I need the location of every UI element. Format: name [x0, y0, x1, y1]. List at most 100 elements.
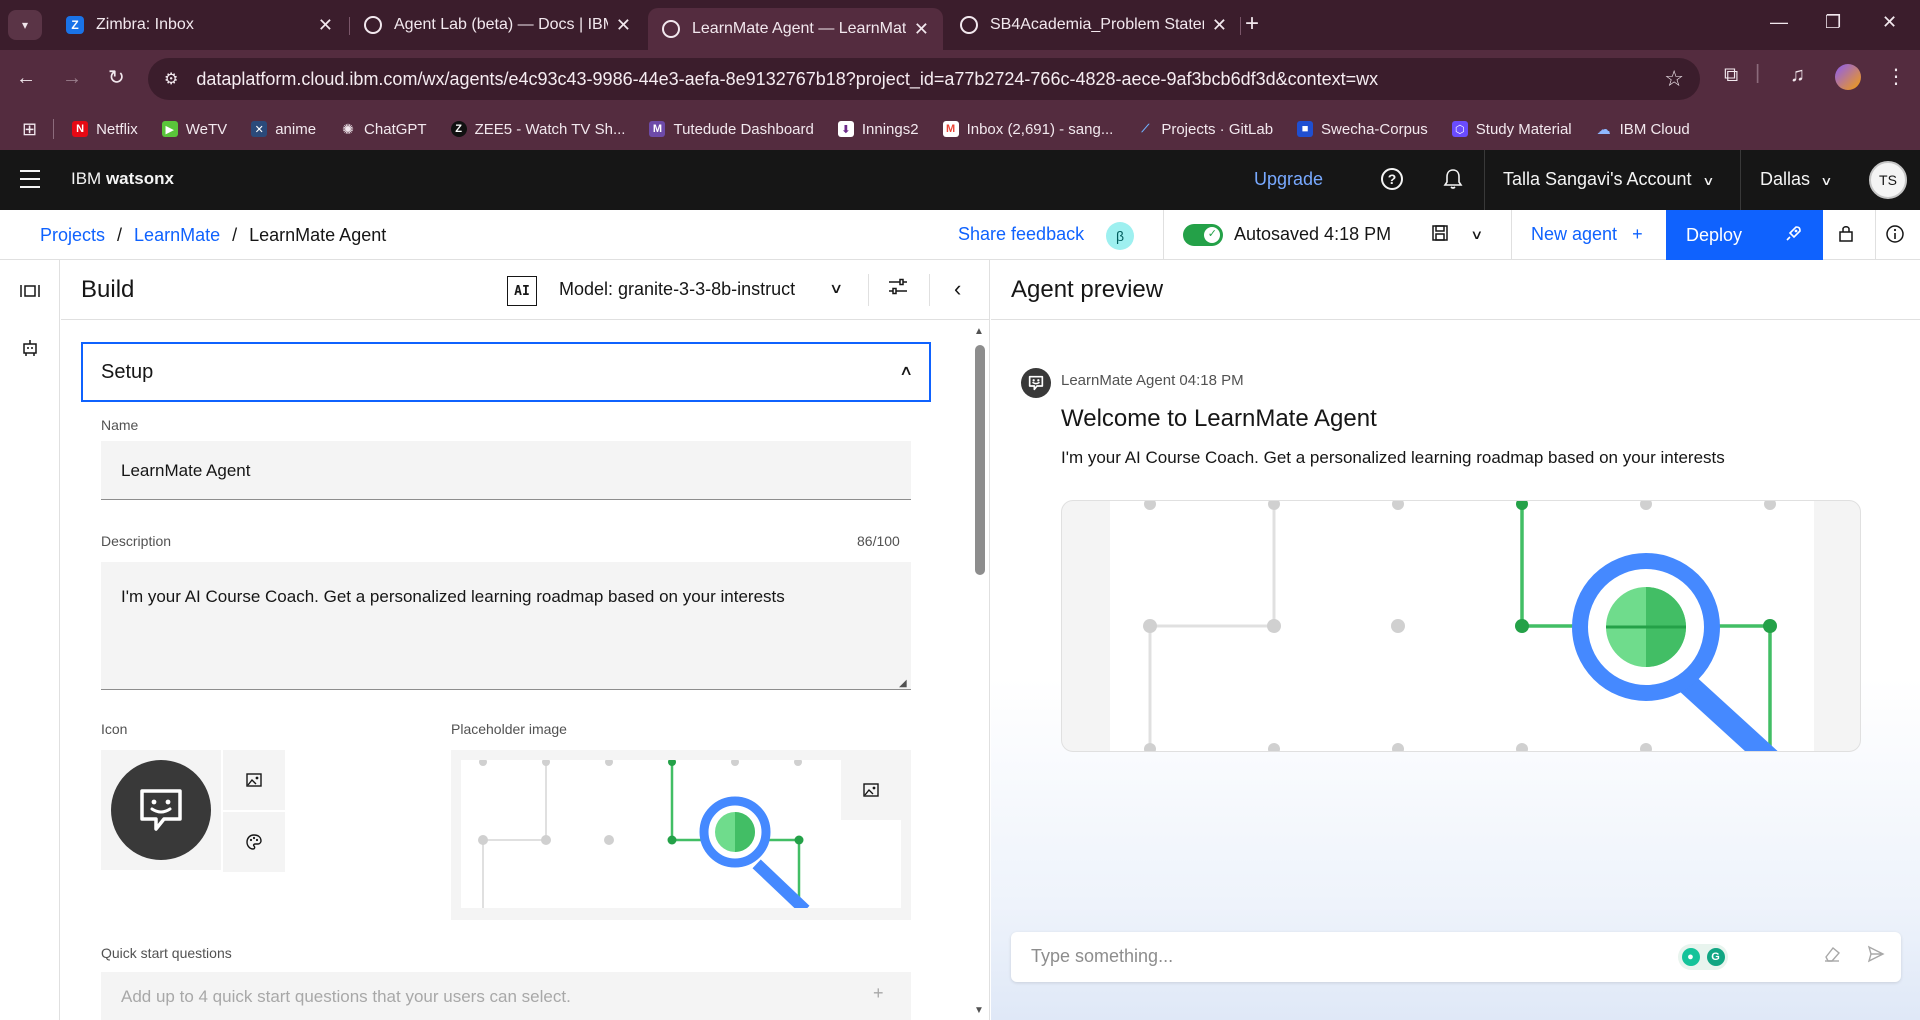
agent-description-textarea[interactable]: I'm your AI Course Coach. Get a personal… — [101, 562, 911, 690]
address-bar[interactable]: ⚙ dataplatform.cloud.ibm.com/wx/agents/e… — [148, 58, 1700, 100]
quick-start-question-input[interactable]: Add up to 4 quick start questions that y… — [101, 972, 911, 1020]
close-window-icon[interactable]: ✕ — [1882, 12, 1897, 33]
close-tab-icon[interactable]: ✕ — [1212, 15, 1227, 36]
subheader-divider — [1875, 210, 1876, 260]
help-icon[interactable]: ? — [1381, 168, 1403, 190]
send-icon[interactable] — [1867, 945, 1885, 968]
browser-tab-agent-lab-docs[interactable]: Agent Lab (beta) — Docs | IBM ✕ — [350, 8, 645, 42]
url-text[interactable]: dataplatform.cloud.ibm.com/wx/agents/e4c… — [196, 69, 1664, 90]
upgrade-link[interactable]: Upgrade — [1254, 169, 1323, 190]
add-question-plus-icon[interactable]: + — [873, 983, 884, 1004]
bookmark-star-icon[interactable]: ☆ — [1664, 66, 1684, 92]
agent-avatar-icon — [1021, 368, 1051, 398]
magnifier-network-illustration — [1110, 501, 1814, 751]
account-name: Talla Sangavi's Account — [1503, 169, 1692, 189]
chevron-down-icon: ∨ — [1701, 174, 1715, 188]
upload-placeholder-image-button[interactable] — [841, 760, 901, 820]
chat-message-input[interactable]: Type something... ● G — [1011, 932, 1901, 982]
bookmark-netflix[interactable]: N Netflix — [72, 121, 138, 138]
bookmarks-divider — [53, 119, 55, 139]
build-panel-header: Build AI Model: granite-3-3-8b-instruct … — [61, 260, 989, 320]
media-controls-icon[interactable]: ♫ — [1790, 64, 1805, 87]
agent-name-input[interactable]: LearnMate Agent — [101, 441, 911, 500]
quick-start-label: Quick start questions — [101, 945, 232, 961]
info-icon[interactable] — [1885, 224, 1905, 249]
new-agent-button[interactable]: New agent + — [1531, 224, 1643, 245]
scroll-down-arrow-icon[interactable]: ▼ — [974, 1005, 984, 1016]
save-options-chevron-icon[interactable]: ∨ — [1470, 227, 1483, 243]
scroll-up-arrow-icon[interactable]: ▲ — [974, 326, 984, 337]
user-avatar[interactable]: TS — [1869, 161, 1907, 199]
back-arrow-icon[interactable]: ← — [16, 66, 36, 90]
browser-profile-avatar[interactable] — [1835, 64, 1861, 90]
bookmark-gmail-inbox[interactable]: M Inbox (2,691) - sang... — [942, 121, 1113, 138]
breadcrumb-projects[interactable]: Projects — [40, 225, 105, 246]
save-icon[interactable] — [1431, 224, 1449, 247]
page-subheader: Projects / LearnMate / LearnMate Agent S… — [0, 210, 1920, 260]
chevron-down-icon: ∨ — [1820, 174, 1833, 188]
autosave-toggle[interactable]: ✓ — [1183, 224, 1223, 246]
browser-menu-icon[interactable]: ⋮ — [1886, 64, 1906, 89]
header-divider — [929, 274, 930, 306]
apps-grid-icon[interactable]: ⊞ — [22, 119, 37, 140]
extensions-icon[interactable]: ⧉ — [1724, 64, 1738, 87]
lock-icon[interactable] — [1838, 224, 1854, 247]
deploy-button[interactable]: Deploy — [1666, 210, 1823, 260]
restore-window-icon[interactable]: ❐ — [1825, 12, 1841, 33]
region-switcher[interactable]: Dallas ∨ — [1760, 169, 1833, 190]
minimize-window-icon[interactable]: — — [1770, 12, 1788, 33]
color-palette-icon[interactable] — [223, 812, 285, 872]
agent-robot-icon[interactable] — [19, 337, 41, 359]
close-tab-icon[interactable]: ✕ — [914, 19, 929, 40]
hamburger-menu-icon[interactable] — [20, 170, 40, 188]
plus-icon: + — [1632, 224, 1643, 244]
model-settings-sliders-icon[interactable] — [888, 278, 908, 301]
forward-arrow-icon[interactable]: → — [62, 66, 82, 90]
site-info-icon[interactable]: ⚙ — [164, 69, 178, 89]
bookmark-tutedude[interactable]: M Tutedude Dashboard — [649, 121, 814, 138]
bookmark-gitlab-projects[interactable]: ⟋ Projects · GitLab — [1137, 121, 1273, 138]
close-tab-icon[interactable]: ✕ — [616, 15, 631, 36]
build-panel: Build AI Model: granite-3-3-8b-instruct … — [61, 260, 990, 1020]
browser-tab-zimbra[interactable]: Z Zimbra: Inbox ✕ — [52, 8, 347, 42]
name-label: Name — [101, 417, 139, 433]
collapse-panel-chevron-left-icon[interactable]: ‹ — [954, 276, 961, 302]
scrollbar-thumb[interactable] — [975, 345, 985, 575]
clear-eraser-icon[interactable] — [1823, 945, 1841, 968]
bookmark-wetv[interactable]: ▶ WeTV — [161, 121, 227, 138]
gmail-icon: M — [942, 121, 959, 137]
new-tab-button[interactable]: + — [1245, 12, 1259, 36]
close-tab-icon[interactable]: ✕ — [318, 15, 333, 36]
browser-tab-bar: ▾ Z Zimbra: Inbox ✕ Agent Lab (beta) — D… — [0, 0, 1920, 50]
tab-search-button[interactable]: ▾ — [8, 10, 42, 40]
breadcrumb-separator: / — [232, 225, 238, 245]
watsonx-header: IBM watsonx Upgrade ? Talla Sangavi's Ac… — [0, 150, 1920, 210]
notification-bell-icon[interactable] — [1440, 166, 1466, 192]
grammarly-extension-icon[interactable]: ● G — [1678, 944, 1728, 970]
browser-tab-learnmate-agent[interactable]: LearnMate Agent — LearnMate ✕ — [648, 8, 943, 50]
chevron-down-icon[interactable]: ∨ — [829, 280, 843, 297]
upload-icon-image-button[interactable] — [223, 750, 285, 810]
breadcrumb-learnmate[interactable]: LearnMate — [134, 225, 220, 246]
model-selector[interactable]: Model: granite-3-3-8b-instruct — [559, 279, 795, 300]
bookmark-ibm-cloud[interactable]: ☁ IBM Cloud — [1596, 121, 1690, 138]
setup-accordion-label: Setup — [101, 361, 154, 383]
bookmark-study-material[interactable]: ⬡ Study Material — [1451, 121, 1572, 138]
flow-view-icon[interactable] — [19, 280, 41, 302]
reload-icon[interactable]: ↻ — [108, 66, 125, 90]
header-divider — [1740, 150, 1741, 210]
product-brand[interactable]: IBM watsonx — [71, 169, 174, 189]
setup-accordion[interactable]: Setup ∧ — [81, 342, 931, 402]
account-switcher[interactable]: Talla Sangavi's Account ∨ — [1503, 169, 1715, 190]
agent-preview-header: Agent preview — [991, 260, 1920, 320]
browser-tab-sb4academia[interactable]: SB4Academia_Problem Stateme ✕ — [946, 8, 1241, 42]
bookmark-zee5[interactable]: Z ZEE5 - Watch TV Sh... — [450, 121, 625, 138]
textarea-resize-handle-icon[interactable]: ◢ — [899, 678, 907, 689]
share-feedback-link[interactable]: Share feedback — [958, 224, 1084, 245]
bookmark-anime[interactable]: ✕ anime — [251, 121, 316, 138]
bookmark-innings2[interactable]: ⬇ Innings2 — [837, 121, 919, 138]
welcome-heading: Welcome to LearnMate Agent — [1061, 405, 1377, 432]
ai-model-icon: AI — [507, 276, 537, 306]
bookmark-chatgpt[interactable]: ✺ ChatGPT — [340, 121, 426, 138]
bookmark-swecha-corpus[interactable]: ■ Swecha-Corpus — [1297, 121, 1428, 138]
